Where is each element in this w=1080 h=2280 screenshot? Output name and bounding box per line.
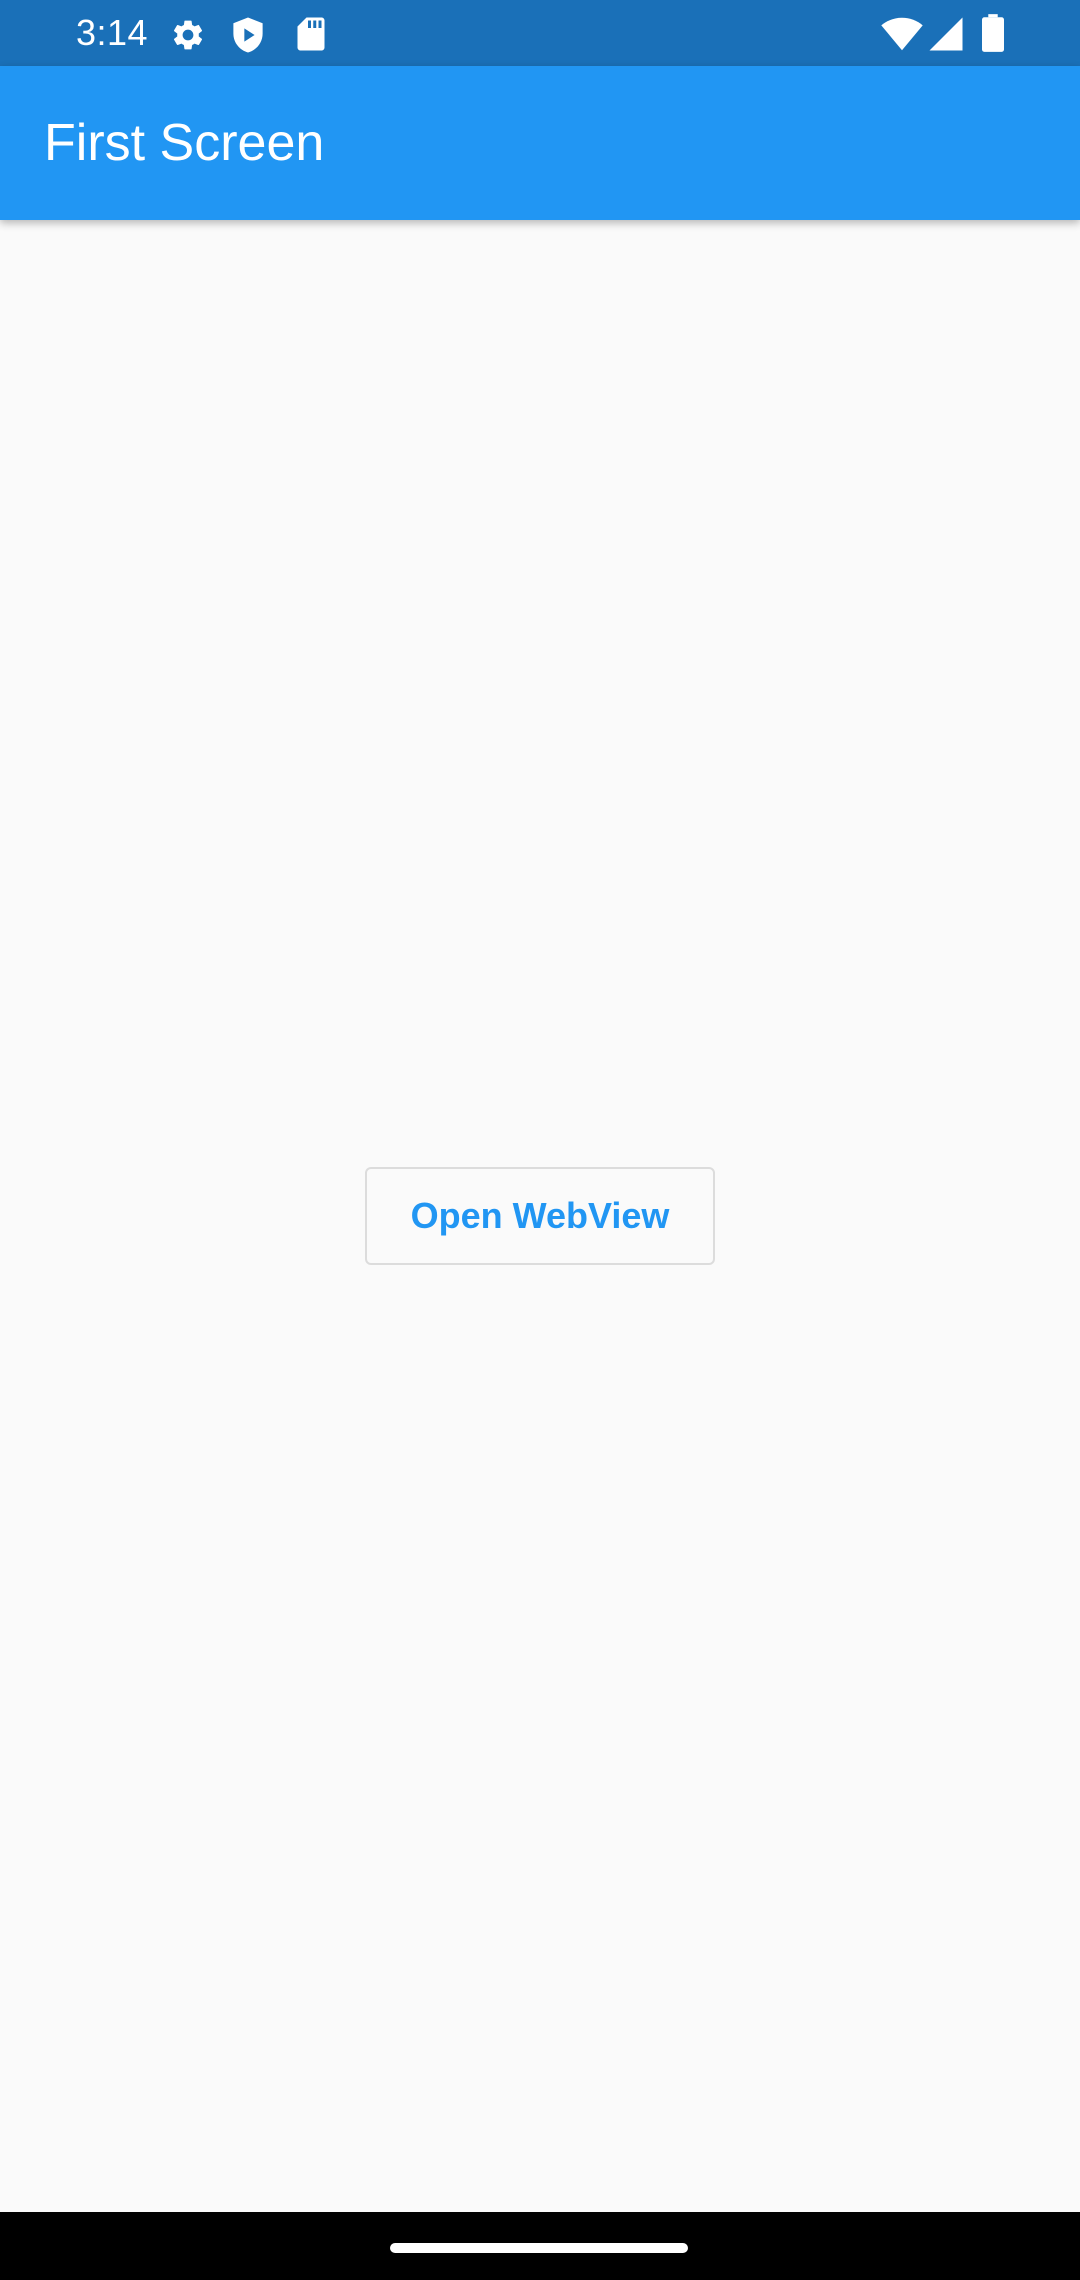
wifi-icon — [881, 17, 923, 51]
gear-icon — [173, 20, 203, 50]
open-webview-button[interactable]: Open WebView — [365, 1167, 715, 1265]
app-bar: First Screen — [0, 66, 1080, 220]
status-bar: 3:14 — [0, 0, 1080, 66]
home-gesture-handle[interactable] — [390, 2243, 688, 2253]
battery-icon — [982, 14, 1004, 52]
navigation-bar — [0, 2212, 1080, 2280]
sd-card-icon — [297, 17, 325, 51]
shield-play-icon — [233, 17, 263, 53]
signal-icon — [929, 17, 963, 51]
status-time: 3:14 — [76, 12, 149, 53]
main-content: Open WebView — [0, 220, 1080, 2212]
page-title: First Screen — [44, 114, 325, 172]
